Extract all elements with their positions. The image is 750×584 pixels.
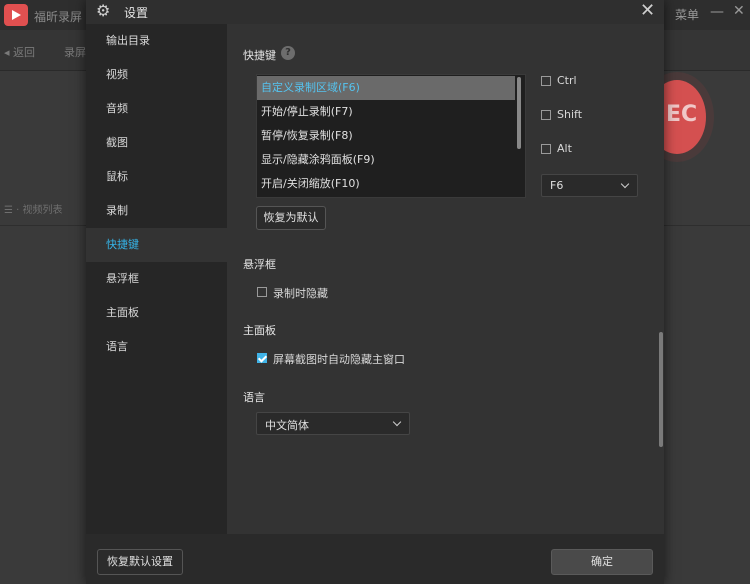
hotkey-item-doodle-panel[interactable]: 显示/隐藏涂鸦面板(F9): [257, 148, 515, 172]
confirm-button[interactable]: 确定: [551, 549, 653, 575]
alt-checkbox[interactable]: [541, 144, 551, 154]
ctrl-label: Ctrl: [557, 74, 577, 87]
ctrl-checkbox[interactable]: [541, 76, 551, 86]
restore-all-defaults-button[interactable]: 恢复默认设置: [97, 549, 183, 575]
dialog-header: ⚙ 设置 ✕: [86, 0, 664, 22]
app-logo-icon: [4, 4, 28, 26]
hotkey-list-scrollbar[interactable]: [517, 77, 521, 149]
hotkey-key-select[interactable]: F6: [541, 174, 638, 197]
sidebar-item-audio[interactable]: 音频: [86, 92, 227, 126]
sidebar-item-output-dir[interactable]: 输出目录: [86, 24, 227, 58]
back-label: 返回: [13, 46, 36, 59]
settings-sidebar: 输出目录 视频 音频 截图 鼠标 录制 快捷键 悬浮框 主面板 语言: [86, 24, 227, 534]
background-menu-button[interactable]: 菜单: [675, 6, 699, 23]
sidebar-item-record[interactable]: 录制: [86, 194, 227, 228]
sidebar-item-main-panel[interactable]: 主面板: [86, 296, 227, 330]
sidebar-item-language[interactable]: 语言: [86, 330, 227, 364]
minimize-icon[interactable]: —: [710, 4, 724, 20]
settings-dialog: ⚙ 设置 ✕ 输出目录 视频 音频 截图 鼠标 录制 快捷键 悬浮框 主面板 语…: [86, 0, 664, 584]
dialog-close-icon[interactable]: ✕: [640, 0, 655, 21]
dialog-title: 设置: [124, 6, 149, 20]
language-value: 中文简体: [265, 419, 309, 432]
sidebar-item-floating[interactable]: 悬浮框: [86, 262, 227, 296]
gear-icon: ⚙: [96, 1, 111, 20]
main-panel-section-title: 主面板: [243, 324, 276, 337]
restore-default-hotkeys-button[interactable]: 恢复为默认: [256, 206, 326, 230]
hotkey-list[interactable]: 自定义录制区域(F6) 开始/停止录制(F7) 暂停/恢复录制(F8) 显示/隐…: [256, 74, 526, 198]
hotkey-item-zoom[interactable]: 开启/关闭缩放(F10): [257, 172, 515, 196]
record-button-label: EC: [666, 102, 698, 127]
video-list-tab[interactable]: ☰ · 视频列表: [4, 201, 63, 216]
shift-label: Shift: [557, 108, 583, 121]
sidebar-item-hotkeys[interactable]: 快捷键: [86, 228, 227, 262]
language-select[interactable]: 中文简体: [256, 412, 410, 435]
language-section-title: 语言: [243, 391, 265, 404]
hotkey-item-pause-resume[interactable]: 暂停/恢复录制(F8): [257, 124, 515, 148]
background-back-button[interactable]: ◂ 返回: [4, 44, 35, 60]
app-close-icon[interactable]: ✕: [733, 3, 745, 19]
hide-while-recording-label: 录制时隐藏: [273, 287, 328, 300]
hotkey-key-value: F6: [550, 179, 564, 192]
floating-section-title: 悬浮框: [243, 258, 276, 271]
chevron-down-icon: [620, 179, 630, 189]
hotkey-item-start-stop[interactable]: 开始/停止录制(F7): [257, 100, 515, 124]
chevron-down-icon: [392, 417, 402, 427]
background-record-tab[interactable]: 录屏: [64, 44, 86, 60]
alt-label: Alt: [557, 142, 572, 155]
auto-hide-checkbox[interactable]: [257, 353, 267, 363]
sidebar-item-mouse[interactable]: 鼠标: [86, 160, 227, 194]
auto-hide-label: 屏幕截图时自动隐藏主窗口: [273, 353, 405, 366]
hotkey-item-custom-region[interactable]: 自定义录制区域(F6): [257, 76, 515, 100]
background-app-title: 福昕录屏: [34, 10, 83, 24]
hotkeys-section-title: 快捷键: [243, 49, 276, 62]
sidebar-item-screenshot[interactable]: 截图: [86, 126, 227, 160]
hide-while-recording-checkbox[interactable]: [257, 287, 267, 297]
sidebar-item-video[interactable]: 视频: [86, 58, 227, 92]
help-icon[interactable]: ?: [281, 46, 295, 60]
shift-checkbox[interactable]: [541, 110, 551, 120]
video-list-label: 视频列表: [22, 205, 63, 216]
content-scrollbar[interactable]: [659, 332, 663, 447]
